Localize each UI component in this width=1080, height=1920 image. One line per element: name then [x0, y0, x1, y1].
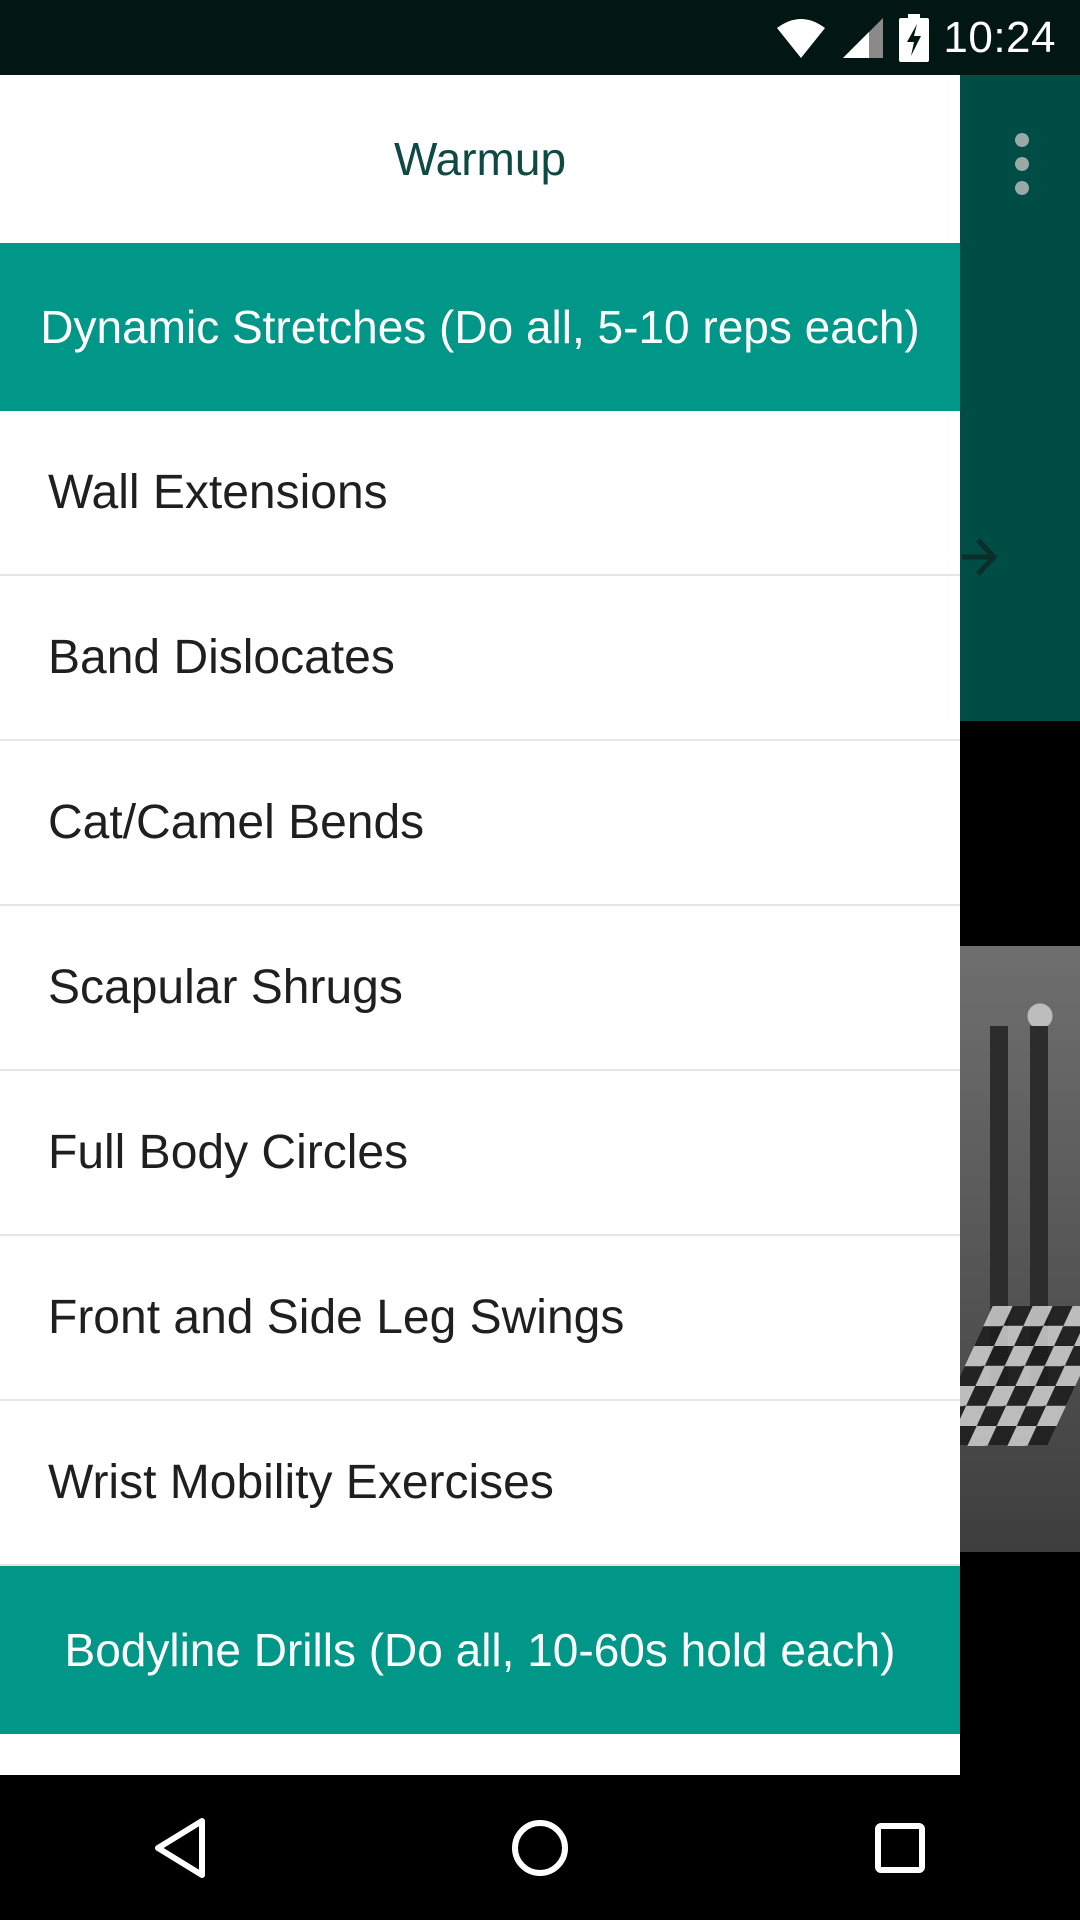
battery-charging-icon [899, 13, 930, 62]
drawer-list-continuation [0, 1734, 960, 1775]
status-icons: 10:24 [775, 0, 1056, 75]
cell-signal-icon [843, 17, 884, 58]
recents-button[interactable] [860, 1808, 940, 1888]
status-bar: 10:24 [0, 0, 1080, 75]
home-icon [512, 1819, 568, 1876]
list-item-wrist-mobility[interactable]: Wrist Mobility Exercises [0, 1401, 960, 1566]
list-item-leg-swings[interactable]: Front and Side Leg Swings [0, 1236, 960, 1401]
wifi-icon [777, 18, 826, 58]
navigation-drawer: Warmup Dynamic Stretches (Do all, 5-10 r… [0, 75, 960, 1775]
list-item-cat-camel-bends[interactable]: Cat/Camel Bends [0, 741, 960, 906]
home-button[interactable] [500, 1808, 580, 1888]
section-header-bodyline-drills: Bodyline Drills (Do all, 10-60s hold eac… [0, 1566, 960, 1734]
arrow-right-icon[interactable] [958, 532, 998, 582]
status-time: 10:24 [943, 12, 1056, 62]
system-nav-bar [0, 1775, 1080, 1920]
back-icon [155, 1817, 205, 1878]
list-item-wall-extensions[interactable]: Wall Extensions [0, 411, 960, 576]
drawer-title: Warmup [0, 75, 960, 243]
list-item-scapular-shrugs[interactable]: Scapular Shrugs [0, 906, 960, 1071]
back-button[interactable] [140, 1808, 220, 1888]
list-item-full-body-circles[interactable]: Full Body Circles [0, 1071, 960, 1236]
section-header-dynamic-stretches: Dynamic Stretches (Do all, 5-10 reps eac… [0, 243, 960, 411]
overflow-menu-icon[interactable] [1012, 133, 1032, 195]
list-item-band-dislocates[interactable]: Band Dislocates [0, 576, 960, 741]
recents-icon [875, 1822, 925, 1873]
